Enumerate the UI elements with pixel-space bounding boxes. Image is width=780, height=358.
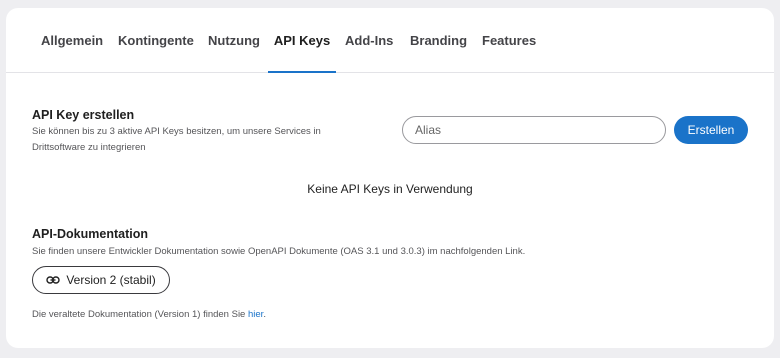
- create-api-key-description: Sie können bis zu 3 aktive API Keys besi…: [32, 126, 321, 153]
- tab-nutzung[interactable]: Nutzung: [208, 8, 260, 72]
- legacy-docs-note: Die veraltete Dokumentation (Version 1) …: [32, 309, 266, 320]
- legacy-docs-text: Die veraltete Dokumentation (Version 1) …: [32, 309, 248, 320]
- create-api-key-title: API Key erstellen: [32, 108, 135, 122]
- tab-add-ins[interactable]: Add-Ins: [345, 8, 393, 72]
- alias-input[interactable]: [402, 116, 666, 144]
- legacy-docs-end: .: [263, 309, 266, 320]
- tab-branding[interactable]: Branding: [410, 8, 467, 72]
- legacy-docs-link[interactable]: hier: [248, 309, 263, 320]
- tab-features[interactable]: Features: [482, 8, 536, 72]
- docs-version-2-button[interactable]: Version 2 (stabil): [32, 266, 170, 294]
- settings-card: Allgemein Kontingente Nutzung API Keys A…: [6, 8, 774, 348]
- tab-bar: Allgemein Kontingente Nutzung API Keys A…: [6, 8, 774, 73]
- create-button[interactable]: Erstellen: [674, 116, 748, 144]
- empty-state-text: Keine API Keys in Verwendung: [307, 182, 473, 196]
- tab-api-keys[interactable]: API Keys: [268, 8, 336, 73]
- api-docs-title: API-Dokumentation: [32, 227, 148, 241]
- tab-kontingente[interactable]: Kontingente: [118, 8, 194, 72]
- docs-version-2-label: Version 2 (stabil): [66, 273, 156, 287]
- tab-allgemein[interactable]: Allgemein: [41, 8, 103, 72]
- api-docs-description: Sie finden unsere Entwickler Dokumentati…: [32, 246, 526, 257]
- link-icon: [46, 276, 61, 284]
